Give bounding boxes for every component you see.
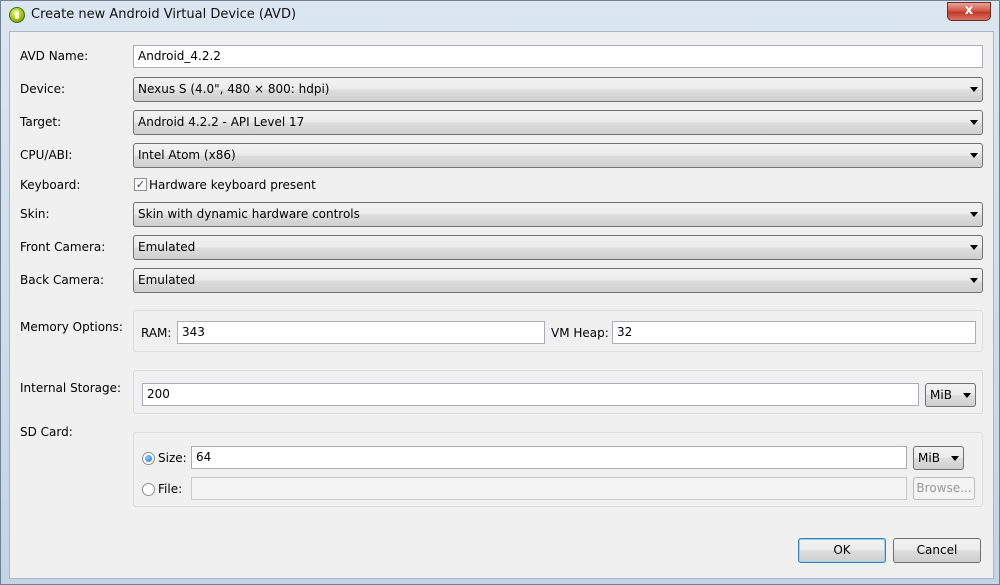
target-select[interactable]: Android 4.2.2 - API Level 17 <box>133 110 983 135</box>
title-bar[interactable]: Create new Android Virtual Device (AVD) … <box>1 1 999 31</box>
sd-file-radio[interactable] <box>142 483 155 496</box>
internal-storage-unit-value: MiB <box>930 388 952 402</box>
back-camera-select-value: Emulated <box>138 273 196 287</box>
front-camera-label: Front Camera: <box>20 240 106 254</box>
device-select-value: Nexus S (4.0", 480 × 800: hdpi) <box>138 82 330 96</box>
internal-storage-input[interactable]: 200 <box>142 383 919 406</box>
close-button[interactable]: x <box>947 2 991 21</box>
sd-card-label: SD Card: <box>20 425 73 439</box>
chevron-down-icon <box>970 212 978 217</box>
memory-options-label: Memory Options: <box>20 320 123 334</box>
internal-storage-label: Internal Storage: <box>20 381 122 395</box>
skin-select[interactable]: Skin with dynamic hardware controls <box>133 202 983 227</box>
ram-label: RAM: <box>141 326 172 340</box>
chevron-down-icon <box>970 153 978 158</box>
sd-size-input[interactable]: 64 <box>191 446 907 469</box>
sd-file-label[interactable]: File: <box>158 482 182 496</box>
vm-heap-label: VM Heap: <box>551 326 609 340</box>
sd-size-unit-value: MiB <box>918 451 940 465</box>
target-select-value: Android 4.2.2 - API Level 17 <box>138 115 305 129</box>
chevron-down-icon <box>970 245 978 250</box>
internal-storage-unit-select[interactable]: MiB <box>925 383 976 407</box>
target-label: Target: <box>20 115 62 129</box>
front-camera-select[interactable]: Emulated <box>133 235 983 260</box>
internal-storage-group: 200 MiB <box>133 370 983 414</box>
hardware-keyboard-checkbox[interactable]: ✓ <box>134 178 147 191</box>
cpu-abi-select[interactable]: Intel Atom (x86) <box>133 143 983 168</box>
keyboard-label: Keyboard: <box>20 178 81 192</box>
ram-input[interactable]: 343 <box>177 321 545 344</box>
vm-heap-input[interactable]: 32 <box>612 321 976 344</box>
sd-size-unit-select[interactable]: MiB <box>913 446 964 470</box>
skin-label: Skin: <box>20 207 50 221</box>
avd-name-input[interactable]: Android_4.2.2 <box>133 45 983 68</box>
cpu-abi-select-value: Intel Atom (x86) <box>138 148 236 162</box>
chevron-down-icon <box>963 393 971 398</box>
sd-file-input[interactable] <box>191 477 907 500</box>
chevron-down-icon <box>970 120 978 125</box>
avd-name-label: AVD Name: <box>20 49 89 63</box>
sd-size-label[interactable]: Size: <box>158 451 187 465</box>
chevron-down-icon <box>970 87 978 92</box>
device-select[interactable]: Nexus S (4.0", 480 × 800: hdpi) <box>133 77 983 102</box>
android-sdk-icon <box>9 7 25 23</box>
browse-button[interactable]: Browse... <box>913 477 975 500</box>
sd-card-group: Size: 64 MiB File: Browse... <box>133 432 983 507</box>
front-camera-select-value: Emulated <box>138 240 196 254</box>
skin-select-value: Skin with dynamic hardware controls <box>138 207 360 221</box>
hardware-keyboard-checkbox-label[interactable]: Hardware keyboard present <box>149 178 316 192</box>
sd-size-radio[interactable] <box>142 452 155 465</box>
cancel-button[interactable]: Cancel <box>893 538 981 563</box>
dialog-body: AVD Name: Android_4.2.2 Device: Nexus S … <box>9 31 994 579</box>
back-camera-select[interactable]: Emulated <box>133 268 983 293</box>
device-label: Device: <box>20 82 66 96</box>
back-camera-label: Back Camera: <box>20 273 105 287</box>
chevron-down-icon <box>951 456 959 461</box>
ok-button[interactable]: OK <box>798 538 886 563</box>
dialog-window: Create new Android Virtual Device (AVD) … <box>0 0 1000 585</box>
cpu-abi-label: CPU/ABI: <box>20 148 73 162</box>
chevron-down-icon <box>970 278 978 283</box>
memory-options-group: RAM: 343 VM Heap: 32 <box>133 310 983 352</box>
window-title: Create new Android Virtual Device (AVD) <box>31 7 297 22</box>
